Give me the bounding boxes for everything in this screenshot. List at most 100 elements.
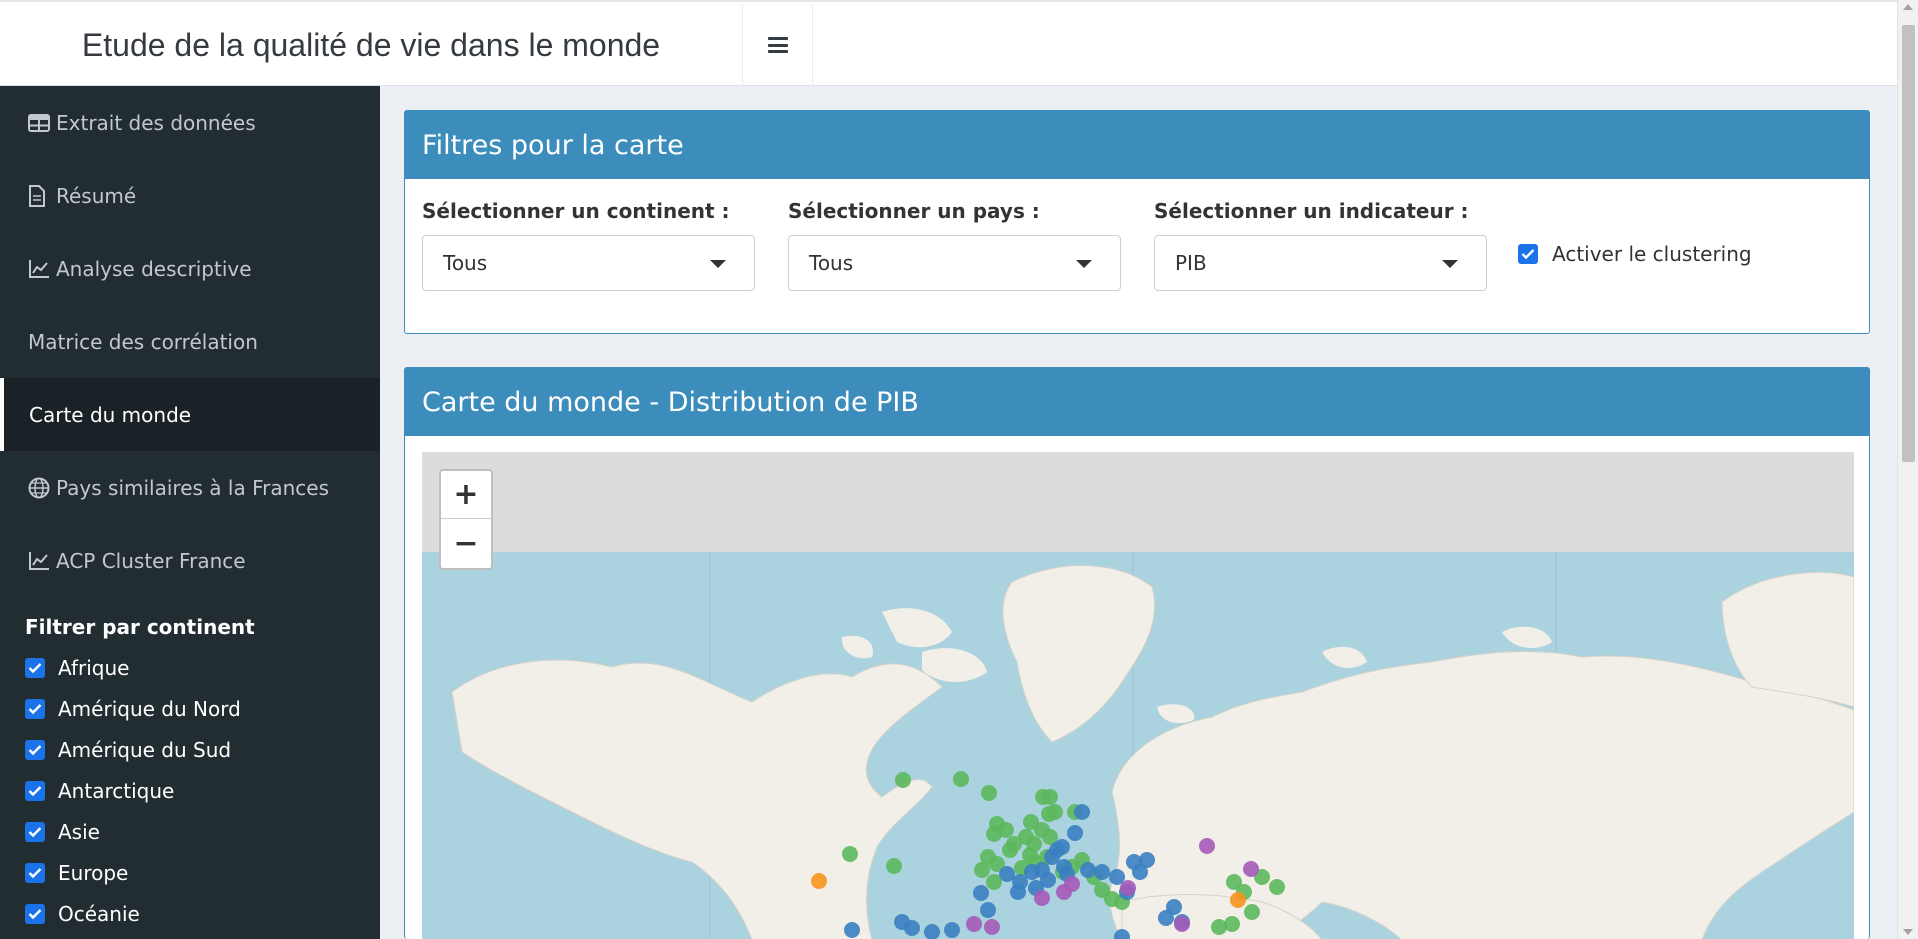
zoom-in-button[interactable]: + xyxy=(441,471,491,519)
map-marker[interactable] xyxy=(1002,842,1018,858)
map-marker[interactable] xyxy=(999,866,1015,882)
map-marker[interactable] xyxy=(904,920,920,936)
continent-checkbox[interactable]: Océanie xyxy=(0,893,380,934)
continent-checkbox-label: Asie xyxy=(58,819,100,844)
checkbox-checked-icon xyxy=(25,657,45,678)
map-marker[interactable] xyxy=(1040,872,1056,888)
sidebar-item-label: ACP Cluster France xyxy=(56,548,246,573)
scroll-down-arrow-icon[interactable] xyxy=(1903,929,1913,935)
map-marker[interactable] xyxy=(998,822,1014,838)
continent-checkbox[interactable]: Amérique du Sud xyxy=(0,729,380,770)
map-marker[interactable] xyxy=(1199,838,1215,854)
map-marker[interactable] xyxy=(1010,884,1026,900)
sidebar-item-matrice[interactable]: Matrice des corrélation xyxy=(0,305,380,378)
map-marker[interactable] xyxy=(944,922,960,938)
continent-filter: Sélectionner un continent : Tous xyxy=(422,199,755,291)
sidebar-item-label: Pays similaires à la Frances xyxy=(56,475,329,500)
zoom-out-button[interactable]: − xyxy=(441,519,491,567)
map-marker[interactable] xyxy=(1049,842,1065,858)
continent-checkbox-label: Antarctique xyxy=(58,778,175,803)
line-chart-icon xyxy=(28,258,54,280)
continent-select-value: Tous xyxy=(443,251,488,275)
map-box: Carte du monde - Distribution de PIB + − xyxy=(404,367,1870,939)
checkbox-checked-icon xyxy=(25,780,45,801)
caret-down-icon xyxy=(710,260,726,268)
sidebar-item-analyse[interactable]: Analyse descriptive xyxy=(0,232,380,305)
map-marker[interactable] xyxy=(1120,880,1136,896)
map-marker[interactable] xyxy=(895,772,911,788)
continent-label: Sélectionner un continent : xyxy=(422,199,730,223)
map-marker[interactable] xyxy=(1042,789,1058,805)
sidebar-item-pays-similaires[interactable]: Pays similaires à la Frances xyxy=(0,451,380,524)
map-marker[interactable] xyxy=(1230,892,1246,908)
continent-checkbox[interactable]: Europe xyxy=(0,852,380,893)
sidebar-item-extrait[interactable]: Extrait des données xyxy=(0,86,380,159)
map-marker[interactable] xyxy=(966,916,982,932)
sidebar-item-acp[interactable]: ACP Cluster France xyxy=(0,524,380,597)
sidebar-item-resume[interactable]: Résumé xyxy=(0,159,380,232)
country-select[interactable]: Tous xyxy=(788,235,1121,291)
continent-checkbox-label: Afrique xyxy=(58,655,130,680)
line-chart-icon xyxy=(28,550,54,572)
map-marker[interactable] xyxy=(886,858,902,874)
indicator-filter: Sélectionner un indicateur : PIB xyxy=(1154,199,1487,291)
scrollbar-thumb[interactable] xyxy=(1902,25,1915,462)
top-header: Etude de la qualité de vie dans le monde xyxy=(0,0,1897,86)
checkbox-checked-icon xyxy=(25,739,45,760)
continent-checkbox-label: Amérique du Sud xyxy=(58,737,232,762)
map-marker[interactable] xyxy=(811,873,827,889)
map-marker[interactable] xyxy=(973,885,989,901)
map-marker[interactable] xyxy=(981,785,997,801)
map-marker[interactable] xyxy=(1094,864,1110,880)
clustering-label: Activer le clustering xyxy=(1552,242,1752,266)
map-marker[interactable] xyxy=(1047,804,1063,820)
table-icon xyxy=(28,112,54,134)
filters-box: Filtres pour la carte Sélectionner un co… xyxy=(404,110,1870,334)
map-marker[interactable] xyxy=(1132,864,1148,880)
map-marker[interactable] xyxy=(1034,890,1050,906)
map-marker[interactable] xyxy=(974,862,990,878)
continent-checkbox[interactable]: Amérique du Nord xyxy=(0,688,380,729)
map-marker[interactable] xyxy=(1243,861,1259,877)
map-marker[interactable] xyxy=(953,771,969,787)
map-marker[interactable] xyxy=(1074,804,1090,820)
continent-checkbox[interactable]: Asie xyxy=(0,811,380,852)
scroll-up-arrow-icon[interactable] xyxy=(1903,4,1913,10)
checkbox-checked-icon xyxy=(25,698,45,719)
indicator-select[interactable]: PIB xyxy=(1154,235,1487,291)
continent-checkbox-label: Océanie xyxy=(58,901,140,926)
map-marker[interactable] xyxy=(1269,879,1285,895)
map-marker[interactable] xyxy=(1244,904,1260,920)
country-select-value: Tous xyxy=(809,251,854,275)
map-marker[interactable] xyxy=(1056,884,1072,900)
caret-down-icon xyxy=(1076,260,1092,268)
map-marker[interactable] xyxy=(1067,825,1083,841)
sidebar-item-carte[interactable]: Carte du monde xyxy=(0,378,380,451)
map-marker[interactable] xyxy=(1056,859,1072,875)
map-marker[interactable] xyxy=(1174,916,1190,932)
continent-checkbox[interactable]: Afrique xyxy=(0,647,380,688)
checkbox-checked-icon xyxy=(25,903,45,924)
map-marker[interactable] xyxy=(1166,899,1182,915)
clustering-checkbox[interactable]: Activer le clustering xyxy=(1518,242,1752,266)
continent-filter-title: Filtrer par continent xyxy=(25,615,255,639)
sidebar-item-label: Carte du monde xyxy=(29,402,192,427)
app-title: Etude de la qualité de vie dans le monde xyxy=(0,4,743,86)
map-marker[interactable] xyxy=(980,902,996,918)
continent-select[interactable]: Tous xyxy=(422,235,755,291)
map-marker[interactable] xyxy=(984,919,1000,935)
checkbox-checked-icon xyxy=(25,862,45,883)
map-marker[interactable] xyxy=(844,922,860,938)
sidebar-item-label: Extrait des données xyxy=(56,110,256,135)
sidebar-item-label: Analyse descriptive xyxy=(56,256,252,281)
world-map[interactable]: + − xyxy=(422,452,1854,939)
map-marker[interactable] xyxy=(842,846,858,862)
continent-checkbox[interactable]: Antarctique xyxy=(0,770,380,811)
page-scrollbar[interactable] xyxy=(1897,0,1918,939)
continent-checkbox-label: Europe xyxy=(58,860,129,885)
map-marker[interactable] xyxy=(1080,862,1096,878)
map-canvas xyxy=(422,552,1854,939)
sidebar-toggle-button[interactable] xyxy=(743,4,813,86)
map-marker[interactable] xyxy=(1211,919,1227,935)
hamburger-icon xyxy=(767,37,788,53)
